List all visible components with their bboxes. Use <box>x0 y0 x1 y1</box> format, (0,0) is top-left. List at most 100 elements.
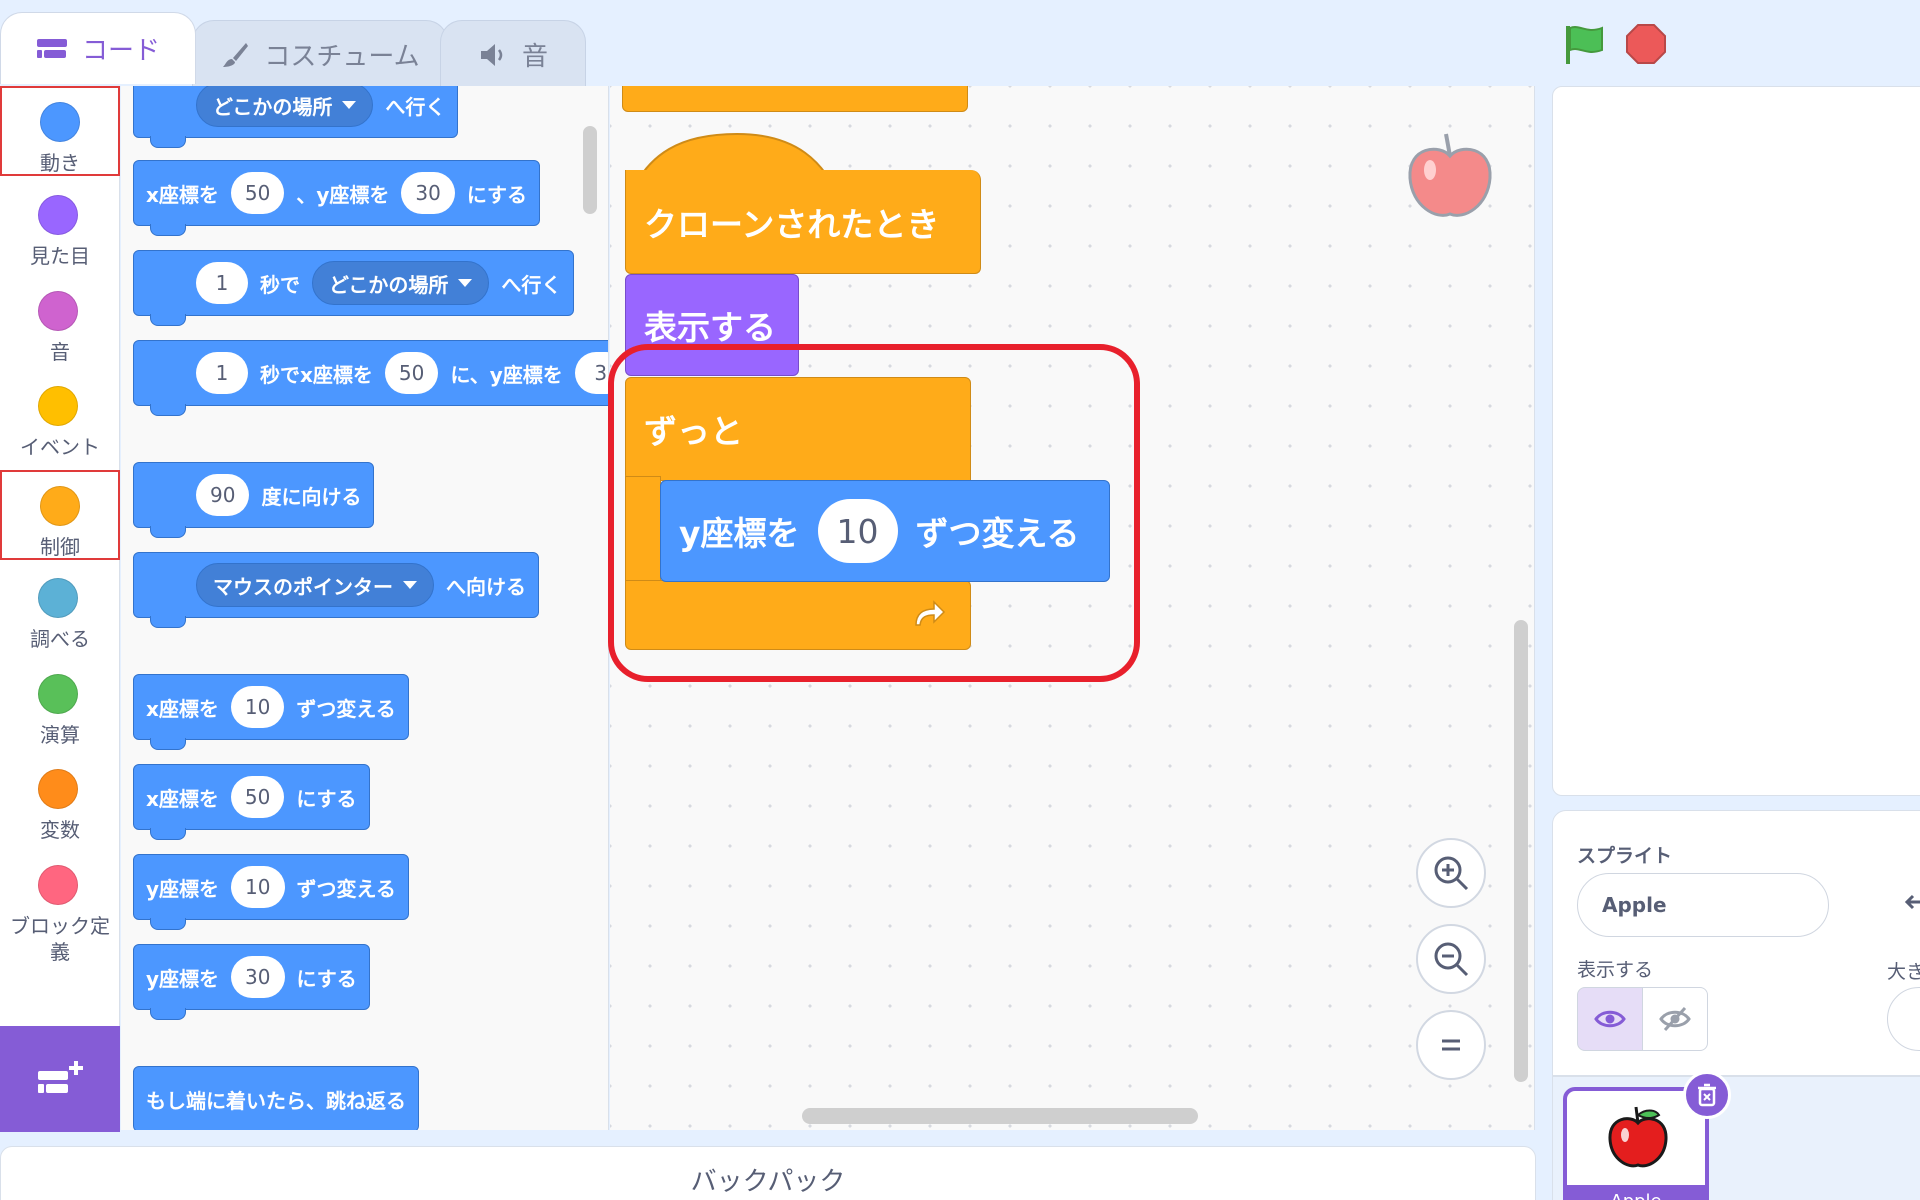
setx-input[interactable]: 50 <box>230 776 285 818</box>
category-sensing[interactable]: 調べる <box>0 564 120 654</box>
category-sensing-label: 調べる <box>30 627 90 651</box>
gotoxy-text-2: 、y座標を <box>296 182 390 207</box>
category-events-label: イベント <box>20 435 100 459</box>
tab-code[interactable]: コード <box>0 12 196 84</box>
palette-changex-block[interactable]: x座標を 10 ずつ変える <box>133 674 409 750</box>
palette-point-block[interactable]: 90 度に向ける <box>133 462 375 538</box>
stop-icon[interactable] <box>1624 22 1668 66</box>
setx-text-1: x座標を <box>146 786 219 811</box>
script-area[interactable]: クローンされたとき 表示する ずっと y座標を 10 ずつ変える <box>610 86 1535 1130</box>
glide-text-2: へ行く <box>501 272 562 297</box>
script-changey-text-2: ずつ変える <box>915 514 1080 553</box>
palette-sety-block[interactable]: y座標を 30 にする <box>133 944 370 1020</box>
bounce-text: もし端に着いたら、跳ね返る <box>146 1088 406 1113</box>
script-vertical-scrollbar[interactable] <box>1514 620 1528 1082</box>
backpack-panel[interactable]: バックパック <box>0 1146 1536 1200</box>
zoom-in-icon <box>1434 856 1469 891</box>
show-hidden-button[interactable] <box>1642 987 1708 1051</box>
script-changey-text-1: y座標を <box>679 514 800 553</box>
sprite-label: スプライト <box>1577 845 1673 867</box>
glide-target-dropdown[interactable]: どこかの場所 <box>312 261 490 305</box>
category-my-blocks-label: ブロック定義 <box>10 914 110 964</box>
gotoxy-y-input[interactable]: 30 <box>401 172 455 214</box>
palette-pointto-block[interactable]: マウスのポインター へ向ける <box>133 552 539 628</box>
apple-sprite-icon <box>1408 133 1492 217</box>
palette-changey-block[interactable]: y座標を 10 ずつ変える <box>133 854 409 930</box>
category-control[interactable]: 制御 <box>0 470 120 560</box>
sety-text-2: にする <box>296 966 357 991</box>
category-variables-dot <box>38 769 78 809</box>
block-palette: どこかの場所 へ行く x座標を 50 、y座標を 30 にする 1 秒で どこか… <box>121 86 609 1130</box>
changey-input[interactable]: 10 <box>231 866 285 908</box>
pointto-target-dropdown[interactable]: マウスのポインター <box>196 563 434 607</box>
size-field[interactable] <box>1887 987 1920 1051</box>
tab-sounds[interactable]: 音 <box>440 20 586 88</box>
code-icon <box>36 38 67 58</box>
palette-glide-block[interactable]: 1 秒で どこかの場所 へ行く <box>133 250 575 326</box>
sprite-name-field[interactable]: Apple <box>1577 873 1829 937</box>
add-extension-button[interactable] <box>0 1026 120 1132</box>
glidexy-x-input[interactable]: 50 <box>384 352 439 394</box>
palette-scrollbar[interactable] <box>583 126 597 214</box>
category-operators[interactable]: 演算 <box>0 660 120 750</box>
category-variables-label: 変数 <box>40 818 80 842</box>
glidexy-text-1: 秒でx座標を <box>260 362 373 387</box>
category-my-blocks-dot <box>38 865 78 905</box>
changex-input[interactable]: 10 <box>230 686 285 728</box>
glidexy-secs-input[interactable]: 1 <box>196 352 248 394</box>
palette-goto-block[interactable]: どこかの場所 へ行く <box>133 86 459 148</box>
show-label: 表示する <box>1577 959 1654 981</box>
category-operators-dot <box>38 674 78 714</box>
delete-sprite-button[interactable] <box>1683 1071 1731 1119</box>
glidexy-y-input[interactable]: 3 <box>574 352 608 394</box>
tab-code-label: コード <box>81 36 160 66</box>
show-label: 表示する <box>644 308 776 347</box>
script-horizontal-scrollbar[interactable] <box>802 1108 1198 1124</box>
show-visible-button[interactable] <box>1577 987 1643 1051</box>
glide-secs-input[interactable]: 1 <box>196 262 248 304</box>
tab-costumes-label: コスチューム <box>264 42 420 72</box>
apple-thumbnail-icon <box>1608 1106 1668 1168</box>
changex-text-2: ずつ変える <box>296 696 396 721</box>
category-looks[interactable]: 見た目 <box>0 181 120 271</box>
palette-setx-block[interactable]: x座標を 50 にする <box>133 764 370 840</box>
caret-down-icon <box>458 279 473 287</box>
arrow-left-icon <box>1904 894 1920 910</box>
forever-block[interactable]: ずっと <box>625 377 971 481</box>
gotoxy-x-input[interactable]: 50 <box>230 172 285 214</box>
backpack-label: バックパック <box>690 1167 846 1197</box>
point-degrees-input[interactable]: 90 <box>196 474 250 516</box>
category-motion[interactable]: 動き <box>0 86 120 176</box>
palette-gotoxy-block[interactable]: x座標を 50 、y座標を 30 にする <box>133 160 541 236</box>
sety-input[interactable]: 30 <box>231 956 285 998</box>
category-events-dot <box>38 386 78 426</box>
category-events[interactable]: イベント <box>0 372 120 462</box>
trash-icon <box>1698 1083 1716 1107</box>
category-looks-dot <box>38 195 78 235</box>
category-variables[interactable]: 変数 <box>0 755 120 845</box>
palette-bounce-block[interactable]: もし端に着いたら、跳ね返る <box>133 1066 419 1130</box>
sety-text-1: y座標を <box>146 966 220 991</box>
script-changey-input[interactable]: 10 <box>817 499 898 563</box>
zoom-out-icon <box>1434 942 1469 977</box>
script-changey-block[interactable]: y座標を 10 ずつ変える <box>660 480 1110 582</box>
category-sound[interactable]: 音 <box>0 277 120 367</box>
loop-arrow-icon <box>915 600 946 626</box>
speaker-icon <box>480 43 503 66</box>
zoom-in-button[interactable] <box>1416 838 1486 908</box>
goto-target-dropdown[interactable]: どこかの場所 <box>196 86 374 127</box>
when-clone-starts-hat[interactable]: クローンされたとき <box>625 170 981 274</box>
green-flag-icon[interactable] <box>1562 22 1606 66</box>
palette-glidexy-block[interactable]: 1 秒でx座標を 50 に、y座標を 3 <box>133 340 608 416</box>
changex-text-1: x座標を <box>146 696 219 721</box>
sprite-tile-name: Apple <box>1610 1191 1661 1200</box>
script-block-cutoff[interactable] <box>622 86 968 112</box>
category-my-blocks[interactable]: ブロック定義 <box>0 851 120 964</box>
show-block[interactable]: 表示する <box>625 274 799 376</box>
zoom-reset-button[interactable] <box>1416 1010 1486 1080</box>
add-extension-icon <box>38 1061 83 1093</box>
stage[interactable] <box>1552 86 1920 796</box>
caret-down-icon <box>403 581 417 589</box>
tab-costumes[interactable]: コスチューム <box>192 20 448 88</box>
zoom-out-button[interactable] <box>1416 924 1486 994</box>
